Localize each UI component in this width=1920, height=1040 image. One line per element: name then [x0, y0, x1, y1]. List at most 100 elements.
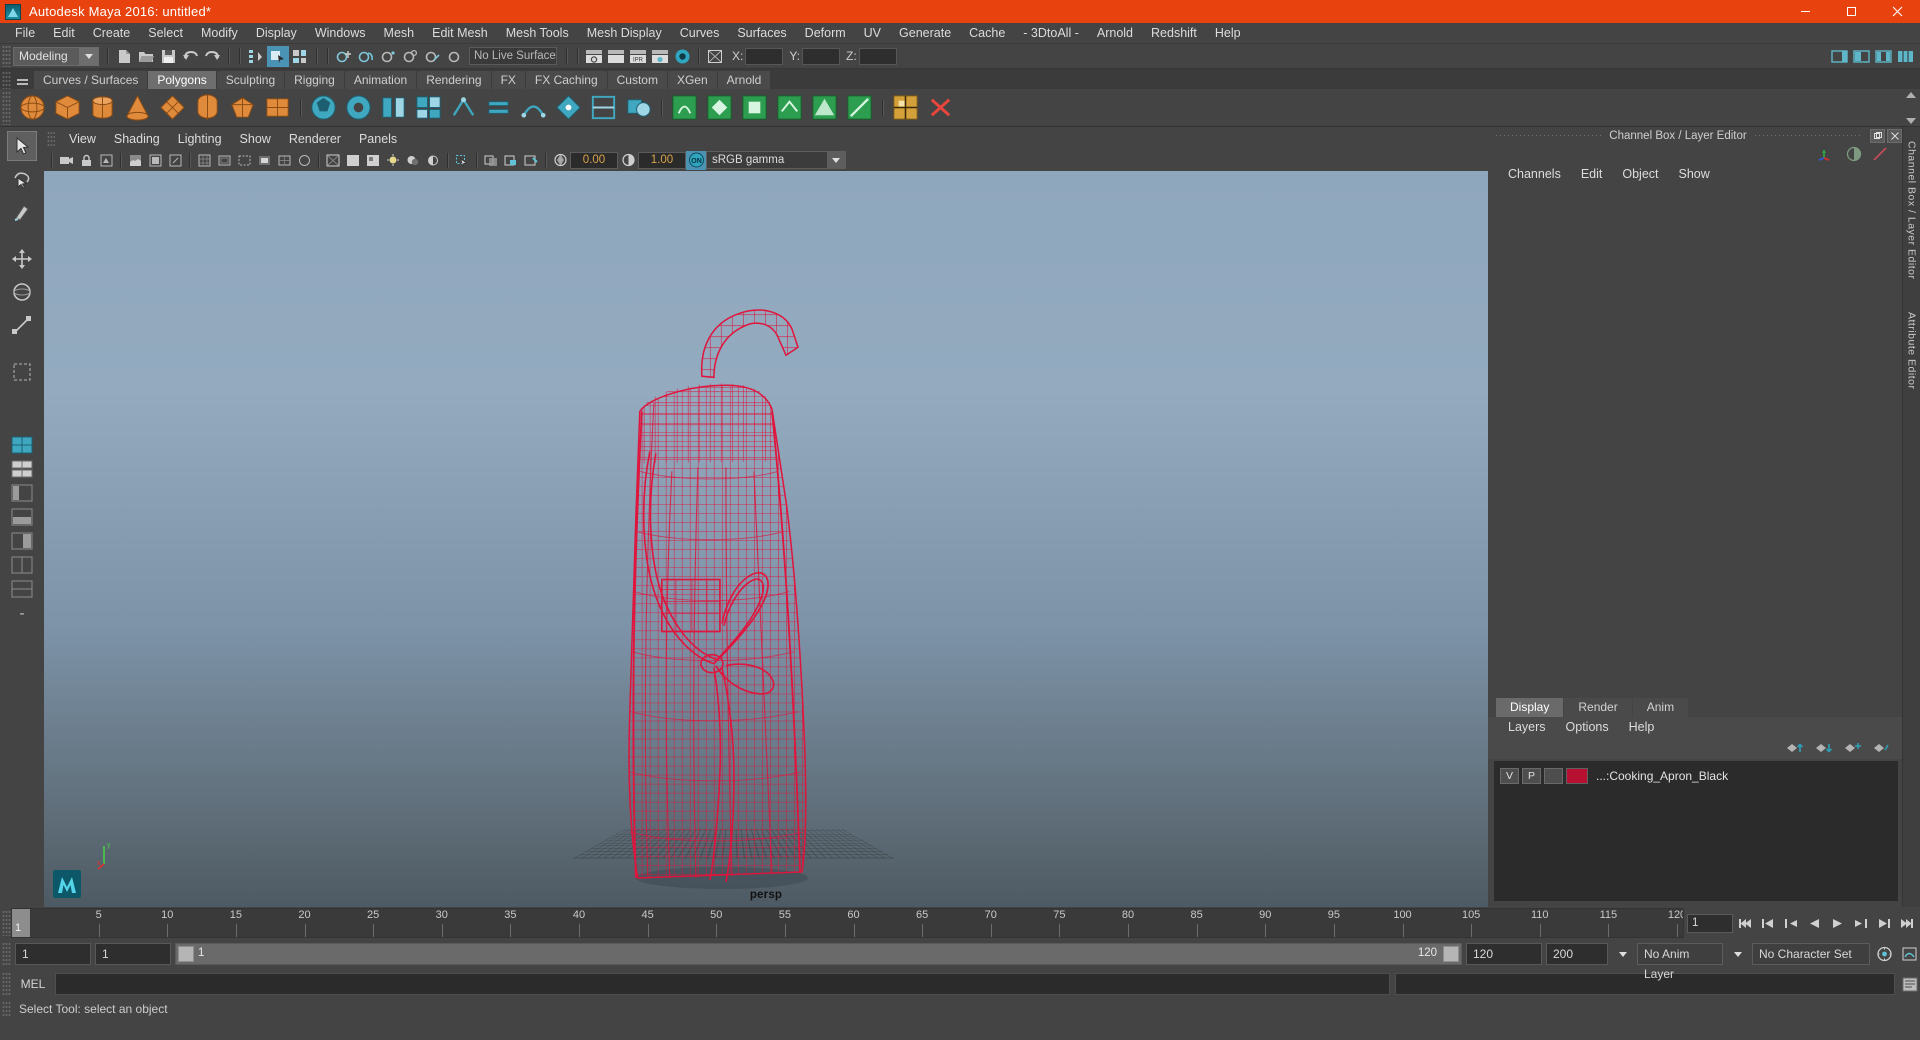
grid-toggle-icon[interactable]: [194, 151, 214, 170]
new-scene-icon[interactable]: [113, 46, 135, 67]
poly-cone-icon[interactable]: [122, 92, 153, 123]
poly-disc-icon[interactable]: [227, 92, 258, 123]
poly-torus-icon[interactable]: [157, 92, 188, 123]
persp-outliner-layout[interactable]: [8, 482, 36, 504]
poly-booleans-icon[interactable]: [623, 92, 654, 123]
channels-menu[interactable]: Channels: [1498, 165, 1571, 183]
select-by-object-type-icon[interactable]: [267, 46, 289, 67]
channel-box-attribute-list[interactable]: [1494, 184, 1896, 697]
tab-display[interactable]: Display: [1496, 698, 1563, 717]
step-back-frame-icon[interactable]: [1781, 913, 1802, 934]
poly-bevel-icon[interactable]: [739, 92, 770, 123]
play-forwards-icon[interactable]: [1827, 913, 1848, 934]
scale-tool[interactable]: [7, 310, 37, 340]
poly-bridge-icon[interactable]: [774, 92, 805, 123]
move-tool[interactable]: [7, 244, 37, 274]
coord-x-field[interactable]: [745, 48, 783, 65]
step-forward-frame-icon[interactable]: [1850, 913, 1871, 934]
layer-list[interactable]: V P ...:Cooking_Apron_Black: [1494, 761, 1898, 901]
range-handle-left[interactable]: [178, 946, 194, 962]
tab-render[interactable]: Render: [1564, 698, 1631, 717]
live-surface-field[interactable]: No Live Surface: [469, 47, 557, 65]
playback-start-time-field[interactable]: 1: [95, 943, 171, 965]
persp-graph-layout[interactable]: [8, 506, 36, 528]
menu-edit-mesh[interactable]: Edit Mesh: [423, 23, 497, 44]
shelf-tab-curves-surfaces[interactable]: Curves / Surfaces: [34, 71, 147, 89]
lasso-tool[interactable]: [7, 164, 37, 194]
time-slider-track[interactable]: 1 51015202530354045505560657075808590951…: [11, 908, 1684, 938]
hypershade-icon[interactable]: [649, 46, 671, 67]
move-layer-up-icon[interactable]: [1786, 741, 1803, 755]
command-line-grip[interactable]: [2, 972, 11, 996]
two-d-pan-zoom-icon[interactable]: [165, 151, 185, 170]
channel-box-toggle-icon[interactable]: [1846, 146, 1862, 162]
poly-cube-icon[interactable]: [52, 92, 83, 123]
film-gate-icon[interactable]: [214, 151, 234, 170]
animation-start-time-field[interactable]: 1: [15, 943, 91, 965]
menu-select[interactable]: Select: [139, 23, 192, 44]
gate-mask-icon[interactable]: [254, 151, 274, 170]
menu-modify[interactable]: Modify: [192, 23, 247, 44]
screen-space-ao-icon[interactable]: [423, 151, 443, 170]
viewport-menu-panels[interactable]: Panels: [350, 130, 406, 148]
view-transform-toggle-icon[interactable]: ON: [686, 151, 706, 170]
undock-panel-button[interactable]: [1870, 129, 1885, 143]
rotate-tool[interactable]: [7, 277, 37, 307]
step-forward-key-icon[interactable]: [1873, 913, 1894, 934]
tab-anim[interactable]: Anim: [1633, 698, 1688, 717]
help-menu[interactable]: Help: [1619, 718, 1665, 736]
bookmark-icon[interactable]: [125, 151, 145, 170]
viewport-menu-lighting[interactable]: Lighting: [169, 130, 231, 148]
xray-icon[interactable]: [481, 151, 501, 170]
poly-prism-icon[interactable]: [378, 92, 409, 123]
playback-end-time-field[interactable]: 120: [1466, 943, 1542, 965]
poly-pipe-icon[interactable]: [343, 92, 374, 123]
poly-append-icon[interactable]: [809, 92, 840, 123]
menu-cache[interactable]: Cache: [960, 23, 1014, 44]
shelf-tab-rendering[interactable]: Rendering: [417, 71, 490, 89]
use-all-lights-icon[interactable]: [383, 151, 403, 170]
menu-create[interactable]: Create: [84, 23, 140, 44]
snap-to-point-icon[interactable]: [377, 46, 399, 67]
shade-and-texture-icon[interactable]: [363, 151, 383, 170]
current-time-indicator[interactable]: 1: [12, 909, 30, 937]
channel-show-menu[interactable]: Show: [1669, 165, 1720, 183]
maximize-button[interactable]: [1828, 0, 1874, 23]
ipr-render-icon[interactable]: [605, 46, 627, 67]
poly-crease-icon[interactable]: [925, 92, 956, 123]
close-button[interactable]: [1874, 0, 1920, 23]
shelf-tab-animation[interactable]: Animation: [345, 71, 416, 89]
menu-mesh-tools[interactable]: Mesh Tools: [497, 23, 578, 44]
poly-soccer-ball-icon[interactable]: [308, 92, 339, 123]
select-by-component-type-icon[interactable]: [289, 46, 311, 67]
poly-smooth-icon[interactable]: [669, 92, 700, 123]
shadows-icon[interactable]: [403, 151, 423, 170]
perspective-viewport[interactable]: y x persp: [44, 171, 1488, 907]
go-to-end-icon[interactable]: [1896, 913, 1917, 934]
side-tab-channel-box[interactable]: Channel Box / Layer Editor: [1905, 133, 1919, 288]
toggle-wireframe-box-icon[interactable]: [704, 46, 726, 67]
menu-help[interactable]: Help: [1206, 23, 1250, 44]
undo-icon[interactable]: [179, 46, 201, 67]
menu-generate[interactable]: Generate: [890, 23, 960, 44]
two-pane-side-layout[interactable]: [8, 554, 36, 576]
field-chart-icon[interactable]: [274, 151, 294, 170]
render-view-icon[interactable]: [671, 46, 693, 67]
snap-to-grid-icon[interactable]: [333, 46, 355, 67]
persp-hypershade-layout[interactable]: [8, 530, 36, 552]
minimize-button[interactable]: [1782, 0, 1828, 23]
close-panel-button[interactable]: [1887, 129, 1902, 143]
range-handle-right[interactable]: [1443, 946, 1459, 962]
uv-editor-icon[interactable]: [890, 92, 921, 123]
redo-icon[interactable]: [201, 46, 223, 67]
paint-select-tool[interactable]: [7, 197, 37, 227]
select-by-hierarchy-icon[interactable]: [245, 46, 267, 67]
script-editor-icon[interactable]: [1900, 974, 1920, 994]
smooth-shade-all-icon[interactable]: [343, 151, 363, 170]
poly-separate-icon[interactable]: [588, 92, 619, 123]
shelf-tab-sculpting[interactable]: Sculpting: [217, 71, 284, 89]
poly-platonic-icon[interactable]: [262, 92, 293, 123]
camera-attributes-icon[interactable]: [96, 151, 116, 170]
viewport-menu-renderer[interactable]: Renderer: [280, 130, 350, 148]
poly-extrude-icon[interactable]: [704, 92, 735, 123]
